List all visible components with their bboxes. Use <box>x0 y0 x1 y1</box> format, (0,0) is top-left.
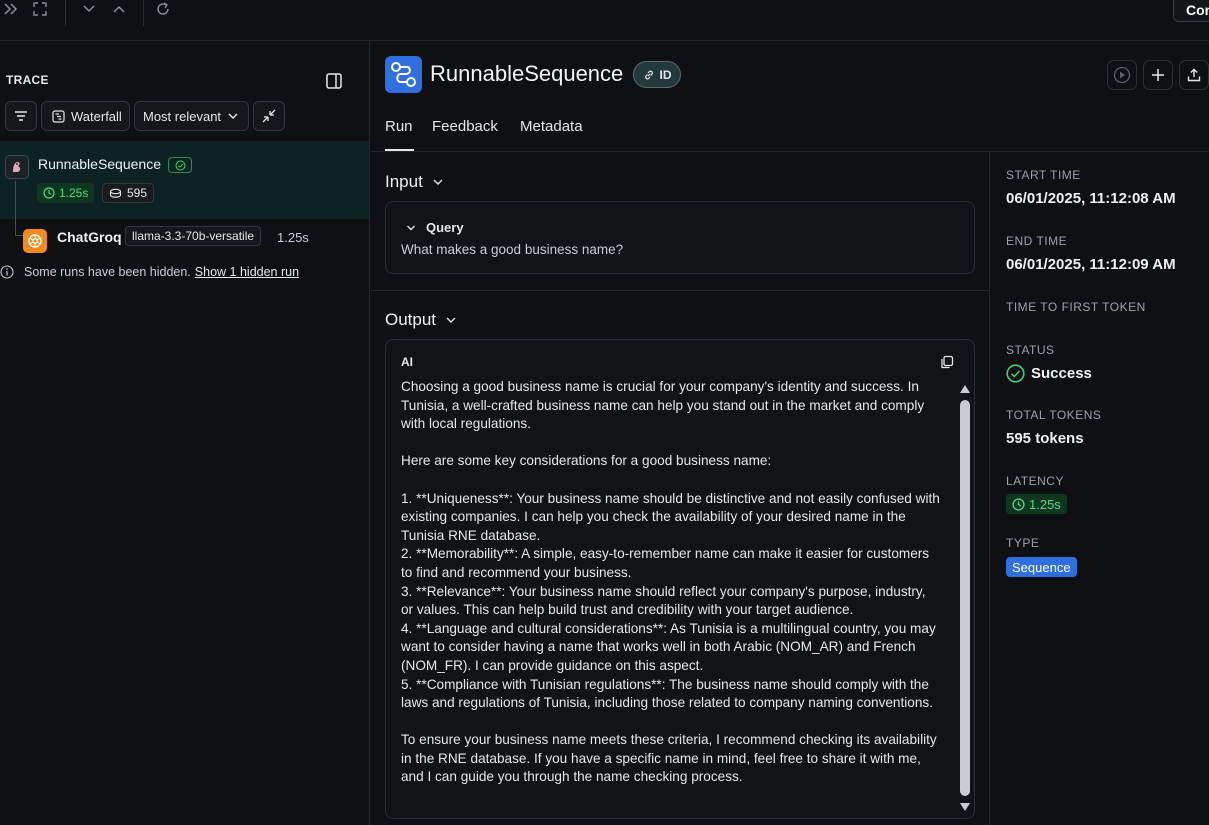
status-label: STATUS <box>1006 343 1055 357</box>
query-label: Query <box>426 220 464 235</box>
clock-icon <box>43 187 55 199</box>
tab-run[interactable]: Run <box>385 118 413 135</box>
clock-icon <box>1012 497 1025 511</box>
end-time-value: 06/01/2025, 11:12:09 AM <box>1006 256 1176 273</box>
run-metadata: START TIME 06/01/2025, 11:12:08 AM END T… <box>991 152 1209 825</box>
latency-value: 1.25s <box>1029 496 1061 512</box>
type-label: TYPE <box>1006 536 1040 550</box>
runnable-sequence-icon <box>385 56 422 93</box>
tree-connector <box>15 181 16 235</box>
chevron-down-icon <box>407 225 415 230</box>
upload-icon <box>1187 68 1201 82</box>
message-role: AI <box>401 355 413 369</box>
trace-row-root[interactable] <box>0 141 369 219</box>
status-value: Success <box>1006 364 1092 383</box>
filter-button[interactable] <box>5 101 37 131</box>
collapse-button[interactable] <box>253 101 285 131</box>
query-toggle[interactable]: Query <box>406 220 464 235</box>
openai-node-icon <box>23 229 47 253</box>
root-tokens: 595 <box>127 186 148 200</box>
waterfall-button[interactable]: Waterfall <box>41 101 130 131</box>
toolbar-divider <box>143 0 144 26</box>
hidden-runs-text: Some runs have been hidden. <box>24 265 191 279</box>
collapse-icon <box>262 109 276 123</box>
show-hidden-runs-link[interactable]: Show 1 hidden run <box>195 265 299 279</box>
chevron-down-icon <box>433 179 443 185</box>
root-tokens-badge: 595 <box>102 183 155 203</box>
chevron-up-icon[interactable] <box>108 0 130 18</box>
start-time-value: 06/01/2025, 11:12:08 AM <box>1006 190 1176 207</box>
input-title: Input <box>385 172 423 191</box>
success-check-icon <box>168 157 192 173</box>
double-chevron-right-icon[interactable] <box>0 0 22 18</box>
tab-metadata[interactable]: Metadata <box>520 118 583 135</box>
input-section-toggle[interactable]: Input <box>385 172 444 192</box>
tab-feedback[interactable]: Feedback <box>432 118 498 135</box>
chevron-down-icon <box>446 317 456 323</box>
add-button[interactable] <box>1143 60 1173 90</box>
run-detail-panel: RunnableSequence ID Run Feedback Metadat… <box>371 41 1209 825</box>
play-icon <box>1113 66 1131 84</box>
top-right-button[interactable]: Con <box>1173 0 1209 22</box>
toolbar-divider <box>65 0 66 26</box>
trace-label: TRACE <box>6 73 49 87</box>
root-latency: 1.25s <box>59 186 89 200</box>
latency-label: LATENCY <box>1006 474 1064 488</box>
expand-icon[interactable] <box>29 0 51 18</box>
coins-icon <box>109 188 122 198</box>
root-run-name[interactable]: RunnableSequence <box>38 156 161 172</box>
waterfall-icon <box>52 109 65 123</box>
time-to-first-token-label: TIME TO FIRST TOKEN <box>1006 300 1146 314</box>
end-time-label: END TIME <box>1006 234 1068 248</box>
tree-connector <box>15 235 23 236</box>
type-badge: Sequence <box>1006 557 1077 577</box>
share-button[interactable] <box>1179 60 1209 90</box>
child-latency: 1.25s <box>277 230 309 245</box>
start-time-label: START TIME <box>1006 168 1081 182</box>
refresh-icon[interactable] <box>152 0 174 18</box>
success-circle-icon <box>1006 364 1025 383</box>
trace-panel: TRACE Waterfall Most relevant RunnableSe… <box>0 41 370 825</box>
play-button[interactable] <box>1107 60 1137 90</box>
page-title: RunnableSequence <box>430 61 624 86</box>
chevron-down-icon <box>228 113 238 119</box>
input-box: Query What makes a good business name? <box>385 201 975 274</box>
total-tokens-value: 595 tokens <box>1006 430 1084 447</box>
run-content: Input Query What makes a good business n… <box>371 152 990 825</box>
id-label: ID <box>659 67 672 82</box>
top-toolbar: Con <box>0 0 1209 41</box>
id-badge[interactable]: ID <box>633 61 681 88</box>
status-text: Success <box>1031 365 1092 382</box>
output-title: Output <box>385 310 437 329</box>
ai-message-text: Choosing a good business name is crucial… <box>401 379 940 785</box>
chevron-down-icon[interactable] <box>78 0 100 18</box>
model-badge: llama-3.3-70b-versatile <box>125 226 262 246</box>
panel-toggle-icon[interactable] <box>325 72 343 90</box>
info-icon <box>0 265 14 279</box>
plus-icon <box>1152 69 1164 81</box>
hidden-runs-notice: Some runs have been hidden. Show 1 hidde… <box>0 265 299 279</box>
filter-icon <box>15 111 27 121</box>
output-scrollbar[interactable] <box>958 380 972 816</box>
output-section-toggle[interactable]: Output <box>385 310 457 330</box>
chain-node-icon <box>5 155 29 179</box>
section-divider <box>371 290 990 291</box>
total-tokens-label: TOTAL TOKENS <box>1006 408 1102 422</box>
waterfall-label: Waterfall <box>71 108 122 124</box>
copy-icon[interactable] <box>940 355 954 374</box>
relevance-label: Most relevant <box>143 108 222 124</box>
latency-badge: 1.25s <box>1006 494 1067 514</box>
root-latency-badge: 1.25s <box>37 183 95 203</box>
child-run-name[interactable]: ChatGroq <box>57 229 122 245</box>
link-icon <box>644 70 653 79</box>
relevance-dropdown[interactable]: Most relevant <box>134 101 249 131</box>
query-value: What makes a good business name? <box>401 242 624 257</box>
output-box: AI Choosing a good business name is cruc… <box>385 339 975 819</box>
